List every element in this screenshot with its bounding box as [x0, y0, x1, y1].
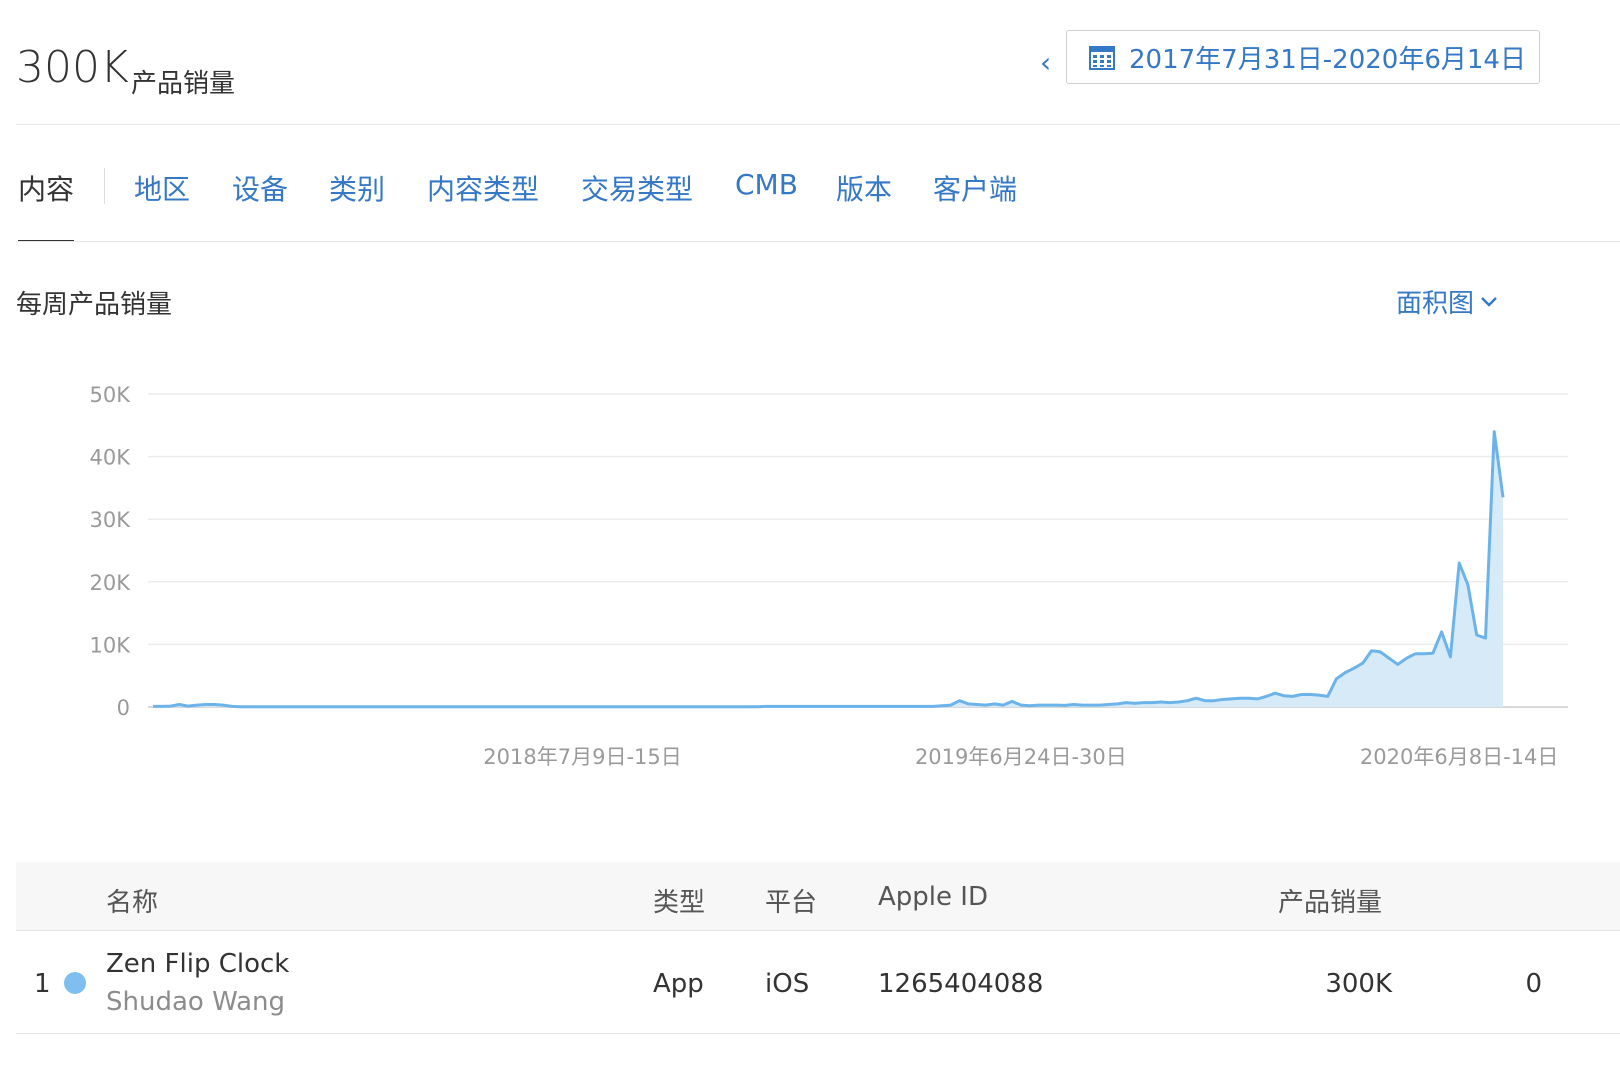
- tab-client[interactable]: 客户端: [933, 168, 1017, 208]
- column-header-type[interactable]: 类型: [653, 882, 705, 919]
- chevron-down-icon: [1481, 296, 1497, 307]
- date-range-picker[interactable]: 2017年7月31日-2020年6月14日: [1066, 30, 1540, 84]
- chart-type-label: 面积图: [1396, 289, 1475, 319]
- series-line: [153, 430, 1505, 709]
- tab-cmb[interactable]: CMB: [735, 168, 798, 201]
- header-divider: [16, 124, 1620, 125]
- y-tick-label: 0: [117, 696, 130, 720]
- tab-separator: [104, 168, 105, 204]
- date-range-text: 2017年7月31日-2020年6月14日: [1129, 44, 1526, 75]
- row-rank: 1: [34, 969, 51, 999]
- x-tick-label: 2020年6月8日-14日: [1360, 745, 1558, 769]
- y-tick-label: 20K: [90, 571, 132, 595]
- tabs-divider: [16, 241, 1620, 242]
- calendar-icon: [1089, 46, 1115, 70]
- series-area: [153, 431, 1503, 707]
- tab-transaction-type[interactable]: 交易类型: [581, 168, 693, 208]
- tab-version[interactable]: 版本: [836, 168, 892, 208]
- y-tick-label: 50K: [90, 383, 132, 407]
- column-header-platform[interactable]: 平台: [765, 882, 817, 919]
- y-tick-label: 40K: [90, 446, 132, 470]
- cell-extra: 0: [1525, 969, 1542, 999]
- chart-type-dropdown[interactable]: 面积图: [1396, 283, 1498, 320]
- y-tick-label: 10K: [90, 633, 132, 657]
- table-header: 名称 类型 平台 Apple ID 产品销量: [16, 862, 1620, 931]
- total-sales-label: 产品销量: [131, 69, 236, 99]
- cell-type: App: [653, 969, 704, 999]
- tab-region[interactable]: 地区: [134, 168, 190, 208]
- cell-platform: iOS: [765, 969, 810, 999]
- developer-name: Shudao Wang: [106, 987, 286, 1017]
- table-row[interactable]: 1 Zen Flip Clock Shudao Wang App iOS 126…: [16, 931, 1620, 1034]
- x-tick-label: 2018年7月9日-15日: [483, 745, 681, 769]
- weekly-sales-area-chart: 0 10K 20K 30K 40K 50K 2018年7月9日-15日 2019年6月24日…: [90, 383, 1568, 769]
- tab-content[interactable]: 内容: [18, 168, 74, 208]
- y-tick-label: 30K: [90, 508, 132, 532]
- cell-sales: 300K: [1325, 969, 1392, 999]
- tab-category[interactable]: 类别: [329, 168, 385, 208]
- cell-apple-id: 1265404088: [878, 969, 1044, 999]
- previous-period-button[interactable]: ‹: [1040, 46, 1051, 79]
- tab-content-type[interactable]: 内容类型: [427, 168, 539, 208]
- column-header-sales[interactable]: 产品销量: [1278, 882, 1382, 919]
- x-tick-label: 2019年6月24日-30日: [915, 745, 1127, 769]
- series-color-dot: [64, 972, 86, 994]
- column-header-name[interactable]: 名称: [106, 882, 158, 919]
- tab-device[interactable]: 设备: [232, 168, 288, 208]
- app-name[interactable]: Zen Flip Clock: [106, 949, 289, 979]
- total-sales-value: 300K: [16, 42, 129, 93]
- column-header-apple-id[interactable]: Apple ID: [878, 882, 988, 912]
- chart-title: 每周产品销量: [16, 290, 173, 320]
